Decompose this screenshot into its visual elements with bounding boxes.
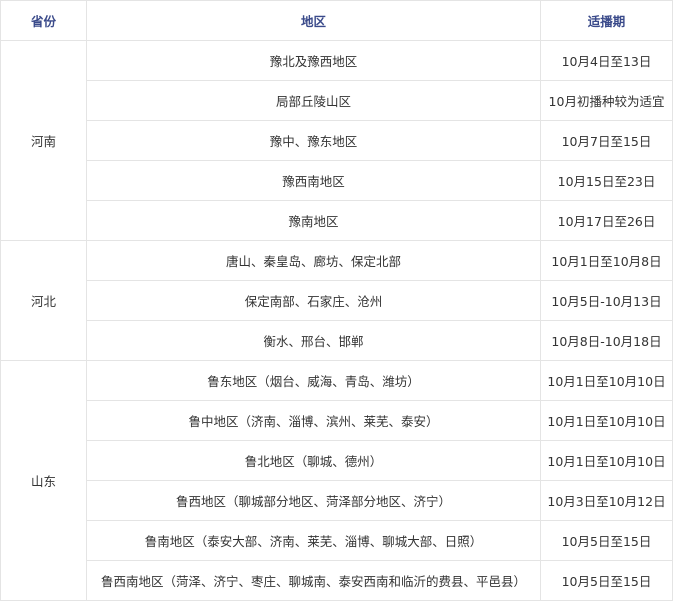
table-body: 河南 豫北及豫西地区 10月4日至13日 局部丘陵山区 10月初播种较为适宜 豫…	[0, 40, 673, 601]
header-region: 地区	[86, 0, 541, 41]
period-cell: 10月3日至10月12日	[540, 480, 673, 521]
table-row: 鲁西地区（聊城部分地区、菏泽部分地区、济宁） 10月3日至10月12日	[1, 480, 673, 521]
period-cell: 10月1日至10月8日	[540, 240, 673, 281]
table-row: 河南 豫北及豫西地区 10月4日至13日	[0, 40, 673, 241]
header-province: 省份	[0, 0, 87, 41]
period-cell: 10月5日至15日	[540, 520, 673, 561]
region-cell: 唐山、秦皇岛、廊坊、保定北部	[86, 240, 541, 281]
region-cell: 鲁北地区（聊城、德州）	[86, 440, 541, 481]
region-cell: 鲁西南地区（菏泽、济宁、枣庄、聊城南、泰安西南和临沂的费县、平邑县）	[86, 560, 541, 601]
table-row: 豫西南地区 10月15日至23日	[1, 160, 673, 201]
table-row: 衡水、邢台、邯郸 10月8日-10月18日	[1, 320, 673, 361]
period-cell: 10月5日-10月13日	[540, 280, 673, 321]
region-cell: 衡水、邢台、邯郸	[86, 320, 541, 361]
period-cell: 10月初播种较为适宜	[540, 80, 673, 121]
period-cell: 10月8日-10月18日	[540, 320, 673, 361]
table-row: 豫南地区 10月17日至26日	[1, 200, 673, 241]
region-cell: 豫中、豫东地区	[86, 120, 541, 161]
province-cell: 河北	[0, 240, 87, 361]
sowing-period-table: 省份 地区 适播期 河南 豫北及豫西地区 10月4日至13日 局部丘陵山区 10…	[0, 0, 673, 601]
period-cell: 10月7日至15日	[540, 120, 673, 161]
table-row: 山东 鲁东地区（烟台、威海、青岛、潍坊） 10月1日至10月10日	[0, 360, 673, 601]
header-period: 适播期	[540, 0, 673, 41]
table-row: 河北 唐山、秦皇岛、廊坊、保定北部 10月1日至10月8日	[0, 240, 673, 361]
region-cell: 鲁西地区（聊城部分地区、菏泽部分地区、济宁）	[86, 480, 541, 521]
table-row: 保定南部、石家庄、沧州 10月5日-10月13日	[1, 280, 673, 321]
region-cell: 局部丘陵山区	[86, 80, 541, 121]
period-cell: 10月1日至10月10日	[540, 440, 673, 481]
period-cell: 10月5日至15日	[540, 560, 673, 601]
region-cell: 豫南地区	[86, 200, 541, 241]
period-cell: 10月4日至13日	[540, 40, 673, 81]
region-cell: 豫北及豫西地区	[86, 40, 541, 81]
region-cell: 豫西南地区	[86, 160, 541, 201]
table-row: 局部丘陵山区 10月初播种较为适宜	[1, 80, 673, 121]
period-cell: 10月15日至23日	[540, 160, 673, 201]
table-header: 省份 地区 适播期	[0, 0, 673, 41]
province-cell: 河南	[0, 40, 87, 241]
region-cell: 鲁南地区（泰安大部、济南、莱芜、淄博、聊城大部、日照）	[86, 520, 541, 561]
period-cell: 10月1日至10月10日	[540, 400, 673, 441]
region-cell: 鲁中地区（济南、淄博、滨州、莱芜、泰安）	[86, 400, 541, 441]
header-row: 省份 地区 适播期	[0, 0, 673, 41]
table-row: 鲁中地区（济南、淄博、滨州、莱芜、泰安） 10月1日至10月10日	[1, 400, 673, 441]
table-row: 鲁西南地区（菏泽、济宁、枣庄、聊城南、泰安西南和临沂的费县、平邑县） 10月5日…	[1, 560, 673, 601]
province-cell: 山东	[0, 360, 87, 601]
region-cell: 保定南部、石家庄、沧州	[86, 280, 541, 321]
table-row: 鲁南地区（泰安大部、济南、莱芜、淄博、聊城大部、日照） 10月5日至15日	[1, 520, 673, 561]
period-cell: 10月17日至26日	[540, 200, 673, 241]
table-row: 豫中、豫东地区 10月7日至15日	[1, 120, 673, 161]
period-cell: 10月1日至10月10日	[540, 360, 673, 401]
region-cell: 鲁东地区（烟台、威海、青岛、潍坊）	[86, 360, 541, 401]
table-row: 鲁北地区（聊城、德州） 10月1日至10月10日	[1, 440, 673, 481]
